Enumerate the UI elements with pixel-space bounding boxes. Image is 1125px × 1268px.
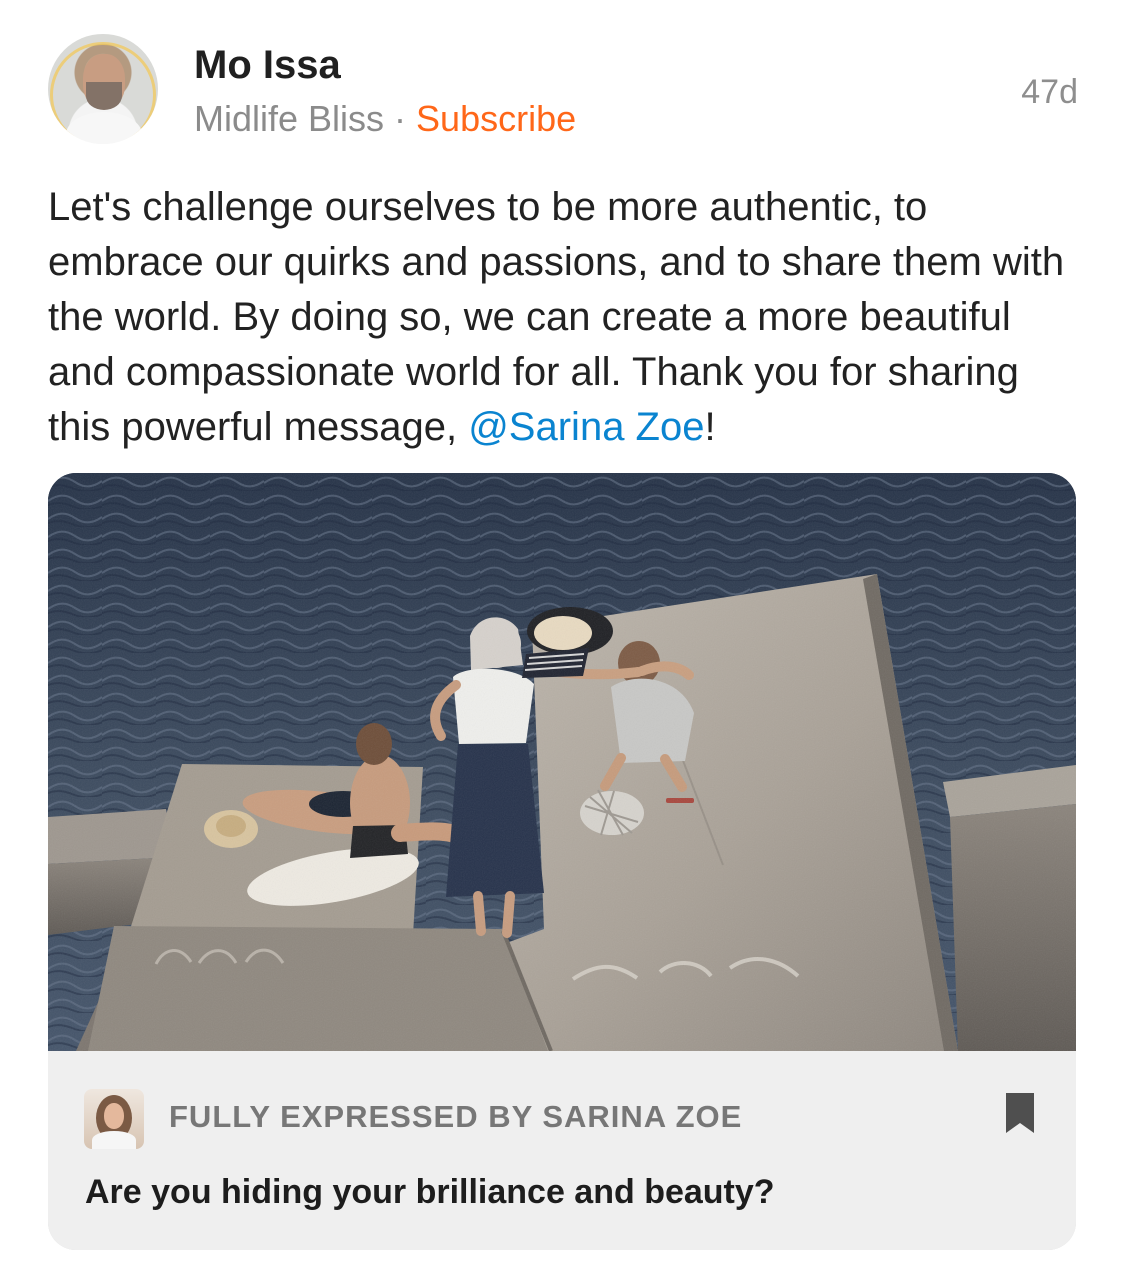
publisher-avatar-face bbox=[104, 1103, 124, 1129]
avatar-beard bbox=[86, 82, 122, 110]
publication-name[interactable]: Midlife Bliss bbox=[194, 98, 384, 139]
seaside-photo bbox=[48, 473, 1076, 1051]
author-name[interactable]: Mo Issa bbox=[194, 42, 341, 88]
subscribe-link[interactable]: Subscribe bbox=[416, 98, 576, 139]
author-avatar[interactable] bbox=[48, 34, 158, 144]
post-header: Mo Issa Midlife Bliss · Subscribe 47d bbox=[48, 34, 1078, 144]
publication-line: Midlife Bliss · Subscribe bbox=[194, 98, 576, 140]
post-body-ending: ! bbox=[704, 405, 716, 449]
publisher-avatar-shoulders bbox=[92, 1131, 136, 1149]
bookmark-icon[interactable] bbox=[1006, 1093, 1034, 1133]
publisher-avatar[interactable] bbox=[84, 1089, 144, 1149]
publication-separator: · bbox=[384, 98, 417, 139]
shared-post-meta: FULLY EXPRESSED BY SARINA ZOE Are you hi… bbox=[48, 1051, 1076, 1250]
photo-grain bbox=[48, 473, 1076, 1051]
shared-post-card[interactable]: FULLY EXPRESSED BY SARINA ZOE Are you hi… bbox=[48, 473, 1076, 1250]
shared-post-title[interactable]: Are you hiding your brilliance and beaut… bbox=[85, 1171, 775, 1213]
post-body: Let's challenge ourselves to be more aut… bbox=[48, 180, 1088, 455]
shared-post-image[interactable] bbox=[48, 473, 1076, 1051]
mention-link[interactable]: @Sarina Zoe bbox=[468, 405, 704, 449]
shared-post-byline[interactable]: FULLY EXPRESSED BY SARINA ZOE bbox=[169, 1099, 742, 1135]
post-age: 47d bbox=[1021, 73, 1078, 111]
